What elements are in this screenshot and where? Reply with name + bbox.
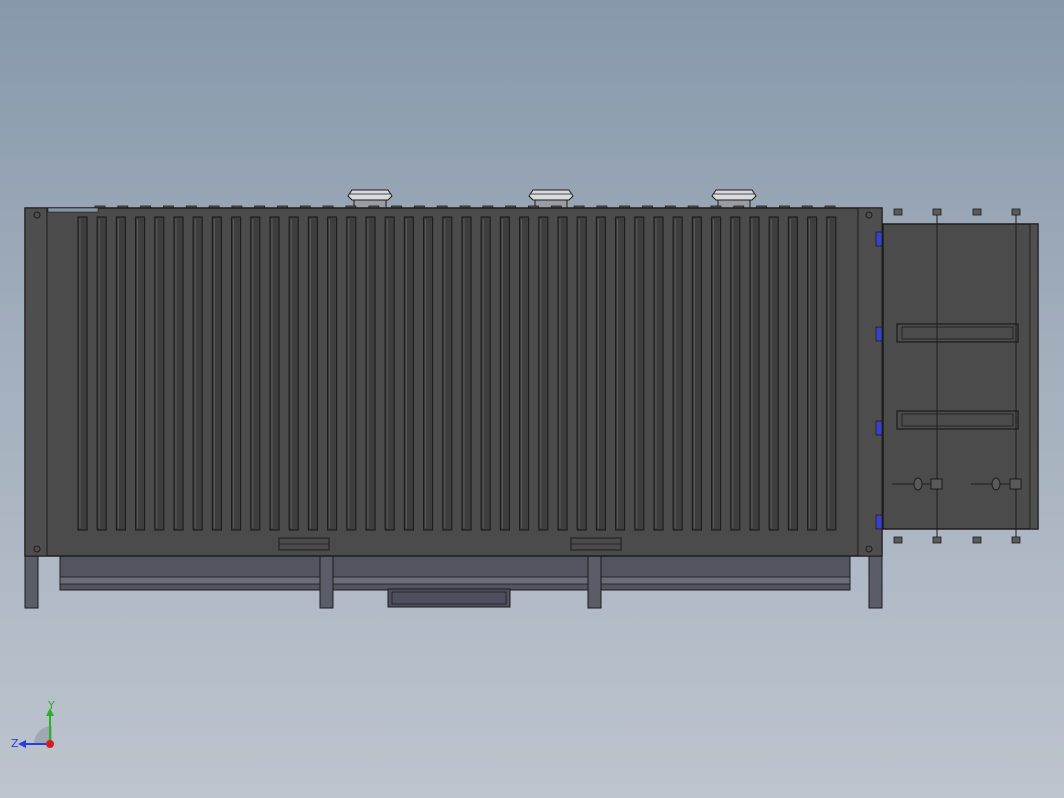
radiator-fin xyxy=(557,216,568,531)
radiator-fin xyxy=(115,216,126,531)
radiator-fin xyxy=(538,216,549,531)
radiator-fin xyxy=(192,216,203,531)
radiator-fin xyxy=(250,216,261,531)
terminal-bolt xyxy=(893,536,903,544)
radiator-fin xyxy=(768,216,779,531)
terminal-bolt xyxy=(932,208,942,216)
graphics-viewport[interactable]: Y Z xyxy=(0,0,1064,798)
radiator-fin xyxy=(519,216,530,531)
terminal-bolt xyxy=(893,208,903,216)
radiator-fin xyxy=(730,216,741,531)
radiator-fin xyxy=(384,216,395,531)
radiator-fin xyxy=(749,216,760,531)
z-arrow-icon xyxy=(18,740,26,748)
y-axis-label: Y xyxy=(47,699,55,712)
radiator-fin xyxy=(691,216,702,531)
terminal-box xyxy=(882,210,1039,542)
radiator-fin xyxy=(807,216,818,531)
radiator-fin xyxy=(77,216,88,531)
lifting-lug xyxy=(711,189,757,209)
radiator-fin xyxy=(595,216,606,531)
radiator-fin xyxy=(826,216,837,531)
radiator-fin xyxy=(634,216,645,531)
radiator-fin xyxy=(423,216,434,531)
terminal-bolt xyxy=(1011,208,1021,216)
radiator-fin xyxy=(307,216,318,531)
radiator-fin xyxy=(346,216,357,531)
radiator-fin xyxy=(135,216,146,531)
radiator-fin xyxy=(442,216,453,531)
lifting-lug xyxy=(347,189,393,209)
radiator-fin xyxy=(576,216,587,531)
origin-icon xyxy=(46,740,54,748)
radiator-fin xyxy=(288,216,299,531)
radiator-fin xyxy=(653,216,664,531)
radiator-fin xyxy=(365,216,376,531)
coordinate-triad: Y Z xyxy=(11,699,55,750)
radiator-fin xyxy=(173,216,184,531)
radiator-fin xyxy=(672,216,683,531)
z-axis-label: Z xyxy=(11,737,19,750)
terminal-bolt xyxy=(932,536,942,544)
radiator-fin xyxy=(269,216,280,531)
radiator-fin xyxy=(403,216,414,531)
lifting-lugs xyxy=(347,189,757,209)
radiator-fin xyxy=(480,216,491,531)
terminal-bolt xyxy=(972,208,982,216)
cad-model-view[interactable] xyxy=(0,0,1064,798)
radiator-fin xyxy=(96,216,107,531)
radiator-fin xyxy=(231,216,242,531)
radiator-fin xyxy=(615,216,626,531)
radiator-fin xyxy=(154,216,165,531)
radiator-fin xyxy=(787,216,798,531)
base-rail xyxy=(59,555,851,608)
radiator-fin xyxy=(327,216,338,531)
terminal-bolt xyxy=(1011,536,1021,544)
radiator-fin xyxy=(461,216,472,531)
radiator-fin xyxy=(711,216,722,531)
radiator-fin xyxy=(211,216,222,531)
radiator-fin xyxy=(499,216,510,531)
terminal-bolt xyxy=(972,536,982,544)
lifting-lug xyxy=(528,189,574,209)
